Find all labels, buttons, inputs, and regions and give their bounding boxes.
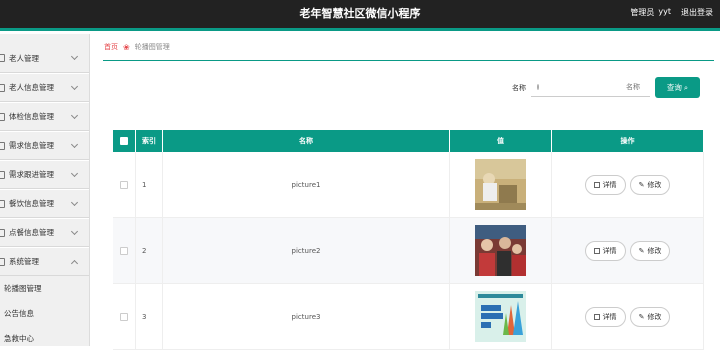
- sidebar-item-elder[interactable]: 老人管理: [0, 44, 89, 73]
- carousel-image-thumbnail[interactable]: [475, 225, 526, 276]
- detail-button[interactable]: 详情: [584, 306, 626, 327]
- divider: [103, 60, 714, 61]
- table-row: 2 picture2 详情 ✎ 修改: [113, 218, 704, 284]
- row-index: 3: [136, 284, 163, 349]
- breadcrumb-home[interactable]: 首页: [104, 42, 118, 52]
- row-checkbox[interactable]: [120, 246, 128, 255]
- edit-label: 修改: [647, 246, 662, 255]
- menu-icon: [0, 141, 5, 150]
- search-icon: [537, 84, 539, 90]
- sidebar-item-label: 点餐信息管理: [9, 228, 54, 237]
- role-label: 管理员: [630, 8, 655, 17]
- row-checkbox[interactable]: [120, 312, 128, 321]
- menu-icon: [0, 54, 5, 62]
- chevron-down-icon: [70, 140, 79, 148]
- menu-icon: [0, 112, 5, 121]
- sidebar-item-checkup[interactable]: 体检信息管理: [0, 102, 89, 131]
- chevron-down-icon: [70, 52, 79, 61]
- table-row: 1 picture1 详情 ✎ 修改: [113, 152, 704, 218]
- sidebar-item-label: 系统管理: [9, 257, 39, 266]
- edit-button[interactable]: ✎ 修改: [629, 240, 671, 261]
- table-row: 3 picture3 详情 ✎ 修改: [113, 284, 704, 350]
- search-input[interactable]: [544, 83, 654, 91]
- carousel-image-thumbnail[interactable]: [475, 159, 526, 210]
- detail-label: 详情: [602, 180, 617, 189]
- detail-button[interactable]: 详情: [584, 174, 626, 195]
- search-icon: ⌕: [683, 82, 689, 92]
- sidebar-subitem-emergency[interactable]: 急救中心: [0, 326, 89, 351]
- row-checkbox[interactable]: [120, 180, 128, 189]
- breadcrumb: 首页 ❀ 轮播图管理: [104, 42, 170, 52]
- col-ops: 操作: [552, 130, 704, 152]
- edit-label: 修改: [647, 180, 662, 189]
- chevron-down-icon: [70, 227, 79, 235]
- edit-icon: ✎: [638, 180, 645, 189]
- chevron-down-icon: [70, 82, 79, 90]
- sidebar-item-label: 体检信息管理: [9, 112, 54, 121]
- chevron-down-icon: [70, 169, 79, 177]
- menu-icon: [0, 83, 5, 92]
- sidebar-item-followup[interactable]: 需求跟进管理: [0, 160, 89, 189]
- select-all-checkbox[interactable]: [113, 130, 136, 152]
- row-index: 1: [136, 152, 163, 217]
- sidebar-item-label: 需求信息管理: [9, 141, 54, 150]
- sidebar-item-orders[interactable]: 点餐信息管理: [0, 218, 89, 247]
- col-value: 值: [450, 130, 552, 152]
- sidebar-item-label: 需求跟进管理: [9, 170, 54, 179]
- menu-icon: [0, 228, 5, 237]
- row-index: 2: [136, 218, 163, 283]
- sidebar-item-elder-info[interactable]: 老人信息管理: [0, 73, 89, 102]
- sidebar-item-demand[interactable]: 需求信息管理: [0, 131, 89, 160]
- row-name: picture2: [163, 218, 450, 283]
- row-name: picture3: [163, 284, 450, 349]
- edit-button[interactable]: ✎ 修改: [629, 306, 671, 327]
- sidebar-subitem-carousel[interactable]: 轮播图管理: [0, 276, 89, 301]
- edit-icon: ✎: [638, 246, 645, 255]
- detail-button[interactable]: 详情: [584, 240, 626, 261]
- chevron-up-icon: [70, 259, 79, 267]
- app-title: 老年智慧社区微信小程序: [299, 7, 421, 20]
- detail-label: 详情: [602, 246, 617, 255]
- edit-icon: ✎: [638, 312, 645, 321]
- edit-label: 修改: [647, 312, 662, 321]
- sidebar-subitem-notice[interactable]: 公告信息: [0, 301, 89, 326]
- chevron-down-icon: [70, 111, 79, 119]
- user-area: 管理员 yyt 退出登录: [630, 7, 713, 18]
- menu-icon: [0, 199, 5, 208]
- carousel-image-thumbnail[interactable]: [475, 291, 526, 342]
- document-icon: [593, 181, 600, 188]
- col-name: 名称: [163, 130, 450, 152]
- search-box: [531, 78, 654, 97]
- sidebar-item-label: 老人信息管理: [9, 83, 54, 92]
- settings-icon: [0, 257, 5, 266]
- carousel-table: 索引 名称 值 操作 1 picture1 详情 ✎修改 2 picture2: [113, 130, 704, 350]
- search-button[interactable]: 查询 ⌕: [655, 77, 700, 98]
- table-header: 索引 名称 值 操作: [113, 130, 704, 152]
- chevron-down-icon: [70, 198, 79, 206]
- logout-link[interactable]: 退出登录: [681, 7, 713, 18]
- document-icon: [593, 313, 600, 320]
- sidebar-item-system[interactable]: 系统管理: [0, 247, 89, 276]
- sidebar: 老人管理 老人信息管理 体检信息管理 需求信息管理 需求跟进管理 餐饮信息管理 …: [0, 34, 90, 346]
- detail-label: 详情: [602, 312, 617, 321]
- search-button-label: 查询: [666, 83, 682, 92]
- edit-button[interactable]: ✎ 修改: [629, 174, 671, 195]
- col-index: 索引: [136, 130, 163, 152]
- breadcrumb-current: 轮播图管理: [134, 43, 170, 51]
- sidebar-item-label: 老人管理: [9, 53, 39, 63]
- sidebar-item-catering[interactable]: 餐饮信息管理: [0, 189, 89, 218]
- search-label: 名称: [512, 84, 526, 92]
- top-bar: 老年智慧社区微信小程序 管理员 yyt 退出登录: [0, 0, 720, 31]
- document-icon: [593, 247, 600, 254]
- sidebar-item-label: 餐饮信息管理: [9, 199, 54, 208]
- row-name: picture1: [163, 152, 450, 217]
- flower-icon: ❀: [123, 42, 130, 52]
- menu-icon: [0, 170, 5, 179]
- username: yyt: [658, 7, 671, 16]
